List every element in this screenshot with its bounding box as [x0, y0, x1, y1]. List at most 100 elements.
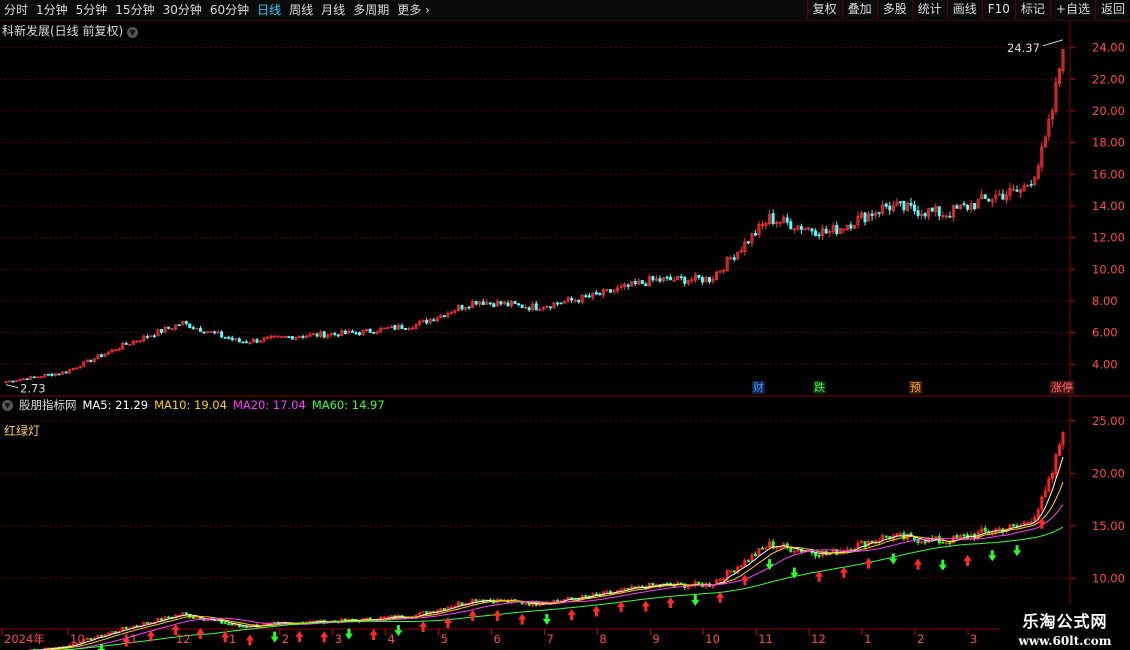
min-price-label: 2.73 — [20, 382, 46, 396]
kline-chart[interactable]: 24.0022.0020.0018.0016.0014.0012.0010.00… — [0, 20, 1130, 650]
main-candle — [160, 329, 164, 333]
main-candle — [771, 213, 775, 224]
signal-up-arrow — [419, 621, 428, 633]
period-tab-3[interactable]: 15分钟 — [111, 0, 158, 20]
main-candle — [594, 292, 598, 295]
main-candle — [255, 339, 259, 343]
period-tab-7[interactable]: 周线 — [285, 0, 317, 20]
tool-button-0[interactable]: 复权 — [806, 0, 842, 19]
main-candle — [898, 201, 902, 204]
ind-candle — [1015, 525, 1019, 528]
event-marker-0[interactable]: 财 — [752, 381, 765, 394]
tool-button-2[interactable]: 多股 — [876, 0, 912, 19]
main-candle — [679, 276, 683, 279]
ind-candle — [898, 533, 902, 535]
ind-candle — [527, 603, 531, 606]
period-tab-2[interactable]: 5分钟 — [72, 0, 112, 20]
ind-candle — [107, 632, 111, 635]
ind-candle — [594, 593, 598, 596]
main-y-tick-label: 18.00 — [1092, 136, 1125, 150]
main-candle — [849, 224, 853, 229]
ma5-line — [34, 456, 1064, 650]
period-tab-4[interactable]: 30分钟 — [159, 0, 206, 20]
signal-down-arrow — [889, 553, 898, 565]
main-candle — [481, 301, 485, 306]
signal-up-arrow — [592, 605, 601, 617]
x-axis-label: 2024年 — [4, 632, 45, 646]
main-candle — [626, 284, 630, 287]
main-candle — [432, 319, 436, 322]
settings-circle-icon[interactable]: ▾ — [2, 399, 13, 411]
ind-candle — [456, 602, 460, 607]
main-candle — [1029, 183, 1033, 186]
main-candle — [223, 336, 227, 339]
main-candle — [753, 232, 757, 236]
main-candle — [124, 342, 128, 345]
ind-candle — [948, 542, 952, 545]
main-candle — [191, 327, 195, 329]
ind-candle — [796, 548, 800, 552]
main-candle — [333, 332, 337, 335]
event-marker-1[interactable]: 跌 — [813, 381, 826, 394]
signal-up-arrow — [295, 630, 304, 642]
indicator-name: 红绿灯 — [4, 424, 41, 438]
event-marker-3[interactable]: 涨停 — [1050, 381, 1074, 394]
main-y-tick-label: 12.00 — [1092, 231, 1125, 245]
main-candle — [584, 295, 588, 298]
ma60-line — [51, 526, 1064, 650]
ind-candle — [167, 616, 171, 619]
ind-candle — [421, 611, 425, 614]
ind-candle — [753, 553, 757, 557]
x-axis-label: 10 — [705, 632, 720, 646]
main-candle — [707, 277, 711, 283]
main-candle — [11, 380, 15, 383]
main-candle — [188, 323, 192, 329]
ind-candle — [792, 550, 796, 553]
tool-button-6[interactable]: 标记 — [1014, 0, 1050, 19]
ind-candle — [980, 528, 984, 533]
main-candle — [697, 274, 701, 279]
ind-candle — [223, 622, 227, 625]
event-marker-2[interactable]: 预 — [909, 381, 922, 394]
x-axis-label: 10 — [70, 632, 85, 646]
tool-button-8[interactable]: 返回 — [1094, 0, 1130, 19]
main-candle — [598, 293, 602, 296]
tool-button-4[interactable]: 画线 — [946, 0, 982, 19]
period-tab-10[interactable]: 更多 › — [393, 0, 434, 20]
ind-candle — [241, 625, 245, 628]
ma10-line — [44, 481, 1064, 650]
period-tab-0[interactable]: 分时 — [0, 0, 32, 20]
tool-button-7[interactable]: +自选 — [1049, 0, 1095, 19]
main-y-tick-label: 22.00 — [1092, 72, 1125, 86]
main-candle — [290, 336, 294, 340]
tool-button-1[interactable]: 叠加 — [841, 0, 877, 19]
main-candle — [633, 281, 637, 285]
period-tab-8[interactable]: 月线 — [317, 0, 349, 20]
ma10-value: MA10: 19.04 — [154, 398, 227, 412]
main-candle — [220, 331, 224, 338]
period-tab-6[interactable]: 日线 — [253, 0, 285, 20]
main-candle — [683, 276, 687, 284]
tool-button-3[interactable]: 统计 — [911, 0, 947, 19]
ind-candle — [227, 623, 231, 626]
signal-up-arrow — [196, 627, 205, 639]
period-tab-5[interactable]: 60分钟 — [206, 0, 253, 20]
main-y-tick-label: 20.00 — [1092, 104, 1125, 118]
main-candle — [665, 276, 669, 279]
signal-down-arrow — [938, 559, 947, 571]
main-candle — [152, 335, 156, 338]
tool-button-5[interactable]: F10 — [981, 0, 1015, 19]
main-candle — [814, 230, 818, 236]
ind-candle — [110, 631, 114, 634]
ind-candle — [958, 535, 962, 539]
ind-candle — [570, 597, 574, 600]
main-candle — [506, 302, 510, 307]
x-axis-label: 7 — [546, 632, 553, 646]
period-tab-9[interactable]: 多周期 — [349, 0, 393, 20]
signal-up-arrow — [716, 591, 725, 603]
period-tab-1[interactable]: 1分钟 — [32, 0, 72, 20]
main-y-tick-label: 24.00 — [1092, 41, 1125, 55]
main-candle — [916, 210, 920, 216]
main-candle — [810, 228, 814, 232]
signal-up-arrow — [839, 566, 848, 578]
